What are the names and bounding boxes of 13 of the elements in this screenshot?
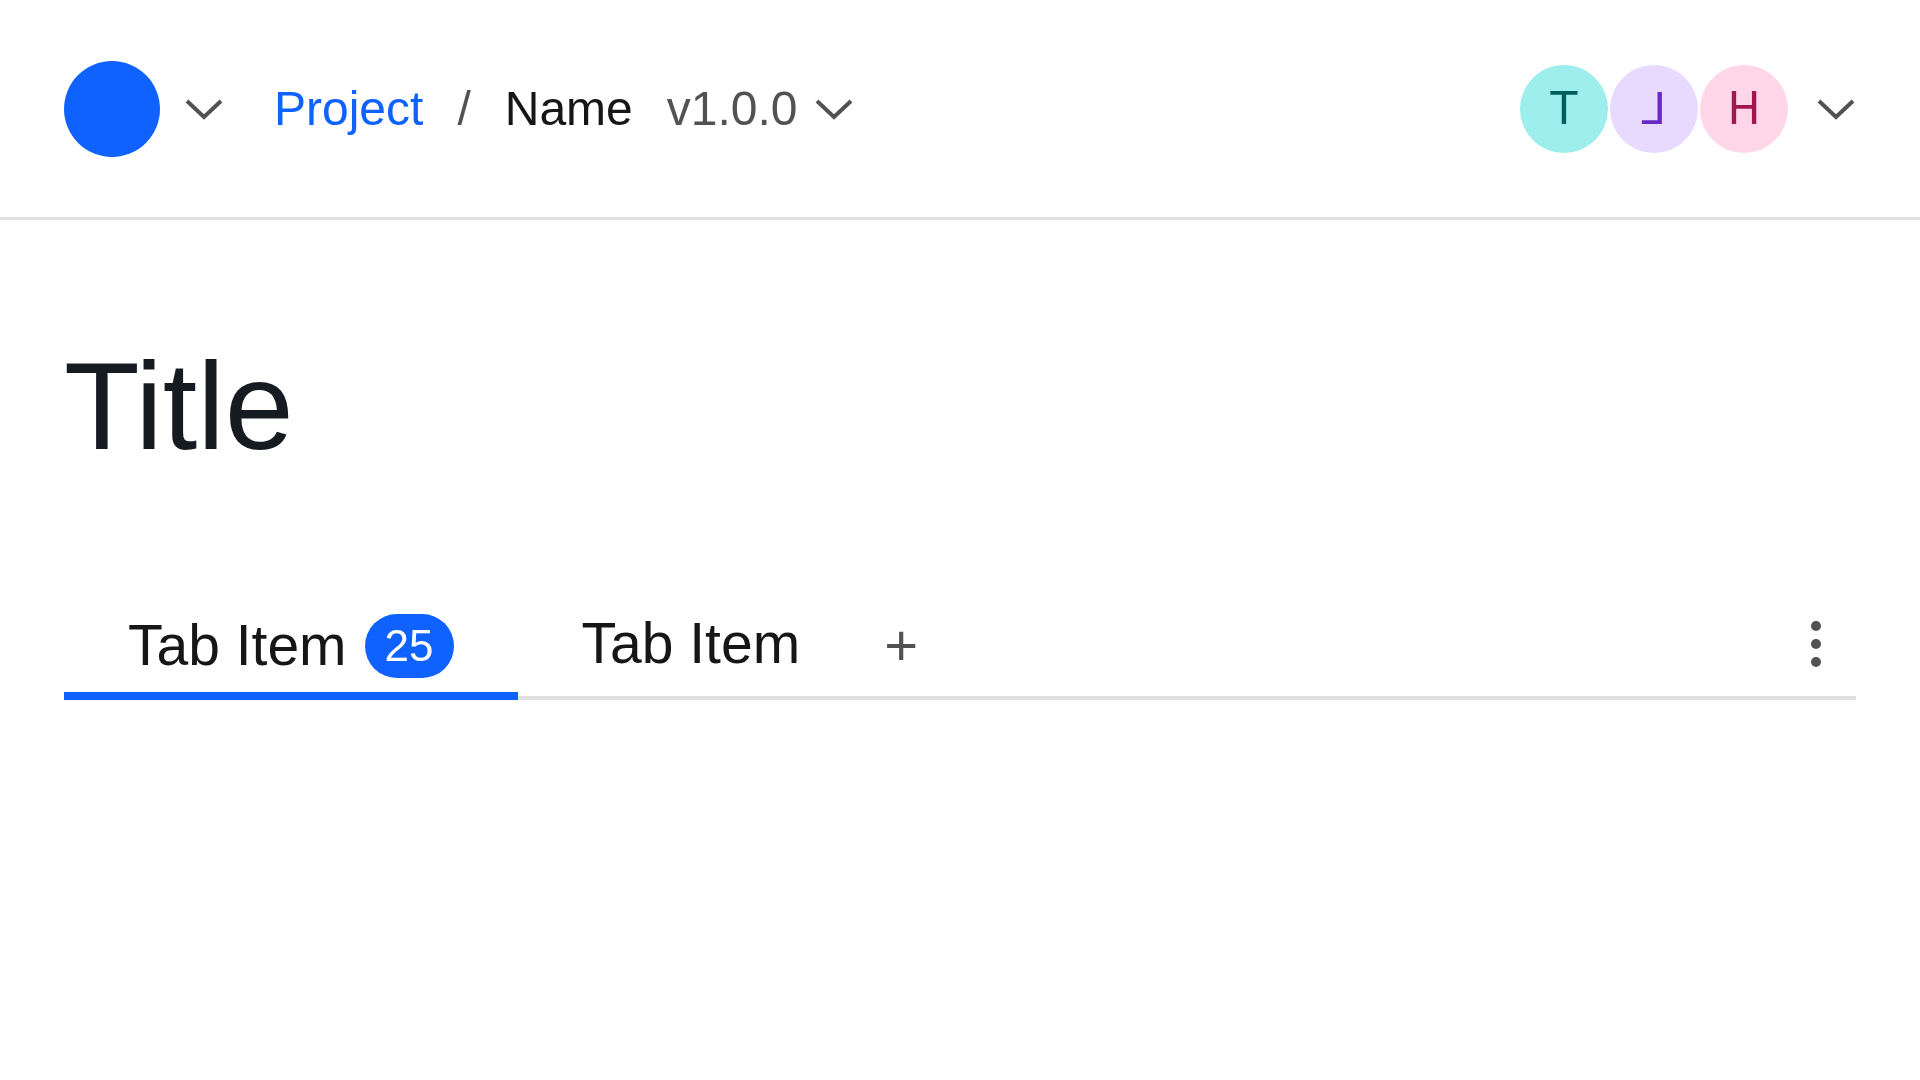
breadcrumb-current: Name — [504, 80, 633, 137]
avatar[interactable]: H — [1700, 64, 1788, 153]
breadcrumb-separator: / — [457, 80, 471, 137]
count-badge: 25 — [364, 614, 454, 678]
add-tab-button[interactable]: + — [864, 600, 938, 688]
avatar[interactable]: ⅃ — [1610, 64, 1698, 153]
more-options-icon[interactable] — [1808, 620, 1824, 668]
avatar[interactable]: T — [1520, 64, 1608, 153]
breadcrumb-link[interactable]: Project — [274, 72, 424, 145]
page-title: Title — [64, 344, 295, 468]
tab[interactable]: Tab Item — [517, 592, 865, 696]
version-label[interactable]: v1.0.0 — [666, 72, 798, 145]
tab[interactable]: Tab Item 25 — [64, 592, 518, 700]
